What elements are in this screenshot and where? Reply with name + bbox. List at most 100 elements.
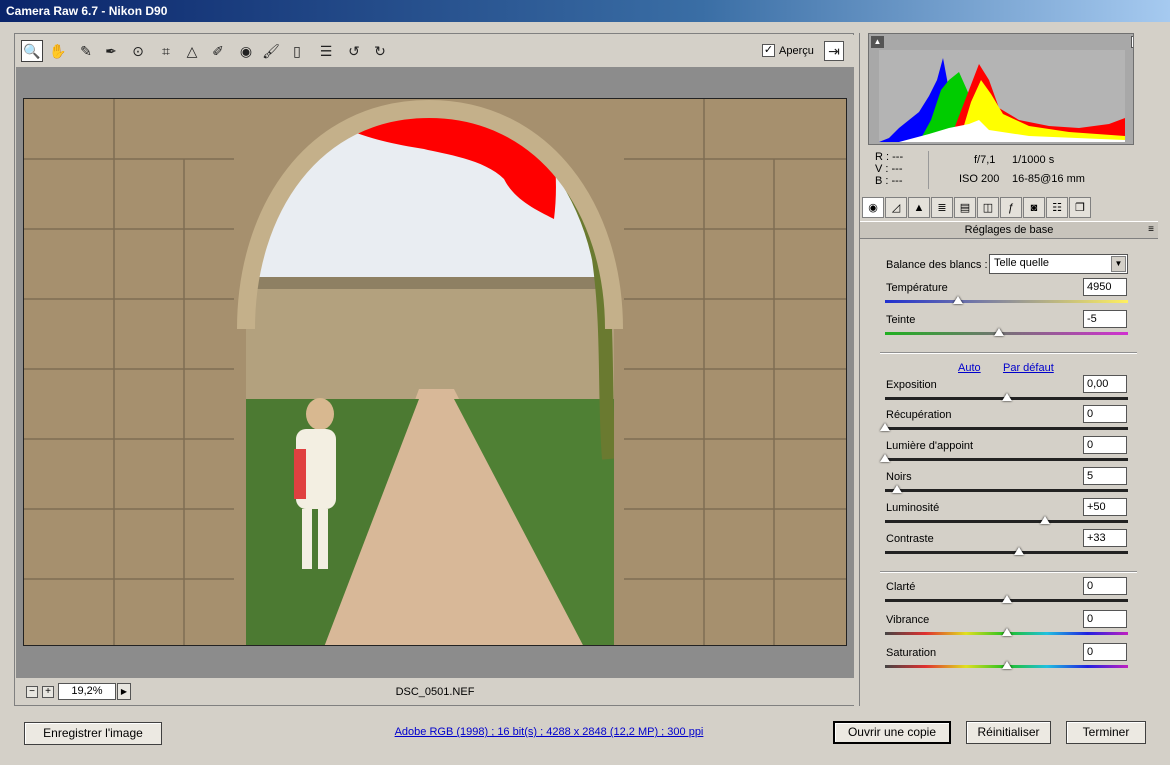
slider-value-input[interactable]: 0 [1083,436,1127,454]
slider-track[interactable] [885,328,1128,336]
slider-thumb[interactable] [952,296,963,304]
panel-menu-icon[interactable]: ≡ [1148,222,1154,238]
slider-thumb[interactable] [994,328,1005,336]
lens: 16-85@16 mm [1012,173,1085,185]
tab-detail-icon[interactable]: ▲ [908,197,930,218]
slider-value-input[interactable]: 0 [1083,405,1127,423]
slider-track[interactable] [885,661,1128,669]
adjustment-brush-icon[interactable]: 🖌 [260,40,282,62]
aperture: f/7,1 [974,154,996,166]
slider-track[interactable] [880,454,1128,462]
default-link[interactable]: Par défaut [1003,362,1054,374]
tab-presets-icon[interactable]: ☷ [1046,197,1068,218]
tab-split-toning-icon[interactable]: ▤ [954,197,976,218]
slider-thumb[interactable] [1001,393,1012,401]
spot-removal-tool-icon[interactable]: ✐ [207,40,229,62]
tab-snapshots-icon[interactable]: ❐ [1069,197,1091,218]
histogram: ▲ ▲ [868,33,1134,145]
white-balance-value: Telle quelle [994,257,1050,269]
slider-thumb[interactable] [892,485,903,493]
slider-thumb[interactable] [880,454,890,462]
iso: ISO 200 [959,173,1000,185]
adjustments-panel: ▲ ▲ R : --- V : --- B : --- f/7,1 1/1000… [859,33,1158,706]
slider-track[interactable] [885,628,1128,636]
slider-track[interactable] [885,393,1128,401]
slider-label: Récupération [886,409,952,421]
panel-title-text: Réglages de base [964,224,1054,236]
slider-label: Luminosité [886,502,940,514]
separator [880,571,1137,573]
slider-track[interactable] [885,485,1128,493]
auto-link[interactable]: Auto [958,362,981,374]
tab-hsl-icon[interactable]: ≣ [931,197,953,218]
slider-thumb[interactable] [1001,595,1012,603]
preview-area: 🔍 ✋ ✎ ✒ ⊙ ⌗ △ ✐ ◉ 🖌 ▯ ☰ ↺ ↻ ✓ Aperçu ⇥ −… [14,33,854,706]
slider-label: Vibrance [886,614,930,626]
white-balance-tool-icon[interactable]: ✎ [75,40,97,62]
histogram-curves [879,58,1125,142]
tab-camera-calibration-icon[interactable]: ◙ [1023,197,1045,218]
slider-thumb[interactable] [1013,547,1024,555]
slider-value-input[interactable]: 4950 [1083,278,1127,296]
fullscreen-toggle-icon[interactable]: ⇥ [824,41,844,61]
targeted-adjustment-tool-icon[interactable]: ⊙ [127,40,149,62]
chevron-down-icon[interactable]: ▼ [1111,256,1126,272]
color-sampler-tool-icon[interactable]: ✒ [100,40,122,62]
slider-label: Clarté [886,581,916,593]
slider-value-input[interactable]: 0 [1083,577,1127,595]
preview-checkbox[interactable]: ✓ [762,44,775,57]
toolbar: 🔍 ✋ ✎ ✒ ⊙ ⌗ △ ✐ ◉ 🖌 ▯ ☰ ↺ ↻ ✓ Aperçu ⇥ [16,35,854,67]
rotate-right-icon[interactable]: ↻ [369,40,391,62]
slider-track[interactable] [885,296,1128,304]
graduated-filter-icon[interactable]: ▯ [286,40,308,62]
slider-thumb[interactable] [880,423,890,431]
highlight-clipping-warning-icon[interactable]: ▲ [1131,36,1133,48]
slider-track[interactable] [885,516,1128,524]
slider-label: Saturation [886,647,937,659]
filename-label: DSC_0501.NEF [395,686,475,698]
slider-thumb[interactable] [1040,516,1051,524]
photo-illustration [24,99,846,645]
zoom-tool-icon[interactable]: 🔍 [21,40,43,62]
rotate-left-icon[interactable]: ↺ [343,40,365,62]
slider-thumb[interactable] [1001,661,1012,669]
slider-value-input[interactable]: 0,00 [1083,375,1127,393]
shadow-clipping-warning-icon[interactable]: ▲ [871,36,884,48]
readout-b: B : --- [875,175,903,187]
readout-v: V : --- [875,163,903,175]
red-eye-tool-icon[interactable]: ◉ [235,40,257,62]
open-copy-button[interactable]: Ouvrir une copie [833,721,951,744]
done-button[interactable]: Terminer [1066,721,1146,744]
readout-divider [928,151,929,189]
slider-track[interactable] [880,423,1128,431]
slider-track[interactable] [885,547,1128,555]
tab-basic-icon[interactable]: ◉ [862,197,884,218]
slider-value-input[interactable]: 0 [1083,610,1127,628]
straighten-tool-icon[interactable]: △ [181,40,203,62]
readouts: R : --- V : --- B : --- f/7,1 1/1000 s I… [870,151,1150,193]
preferences-icon[interactable]: ☰ [315,40,337,62]
shutter-speed: 1/1000 s [1012,154,1055,166]
image-canvas [16,67,854,678]
readout-r: R : --- [875,151,904,163]
preview-toggle[interactable]: ✓ Aperçu [762,44,814,57]
preview-image [23,98,847,646]
slider-label: Température [886,282,948,294]
slider-value-input[interactable]: 5 [1083,467,1127,485]
slider-value-input[interactable]: +33 [1083,529,1127,547]
slider-thumb[interactable] [1001,628,1012,636]
white-balance-label: Balance des blancs : [886,259,988,271]
tab-tone-curve-icon[interactable]: ◿ [885,197,907,218]
crop-tool-icon[interactable]: ⌗ [155,40,177,62]
slider-value-input[interactable]: -5 [1083,310,1127,328]
panel-tabs: ◉ ◿ ▲ ≣ ▤ ◫ ƒ ◙ ☷ ❐ [860,197,1158,219]
hand-tool-icon[interactable]: ✋ [47,40,69,62]
white-balance-select[interactable]: Telle quelle ▼ [989,254,1128,274]
tab-lens-corrections-icon[interactable]: ◫ [977,197,999,218]
tab-effects-icon[interactable]: ƒ [1000,197,1022,218]
slider-label: Teinte [886,314,916,326]
slider-value-input[interactable]: +50 [1083,498,1127,516]
slider-value-input[interactable]: 0 [1083,643,1127,661]
reset-button[interactable]: Réinitialiser [966,721,1051,744]
slider-track[interactable] [885,595,1128,603]
